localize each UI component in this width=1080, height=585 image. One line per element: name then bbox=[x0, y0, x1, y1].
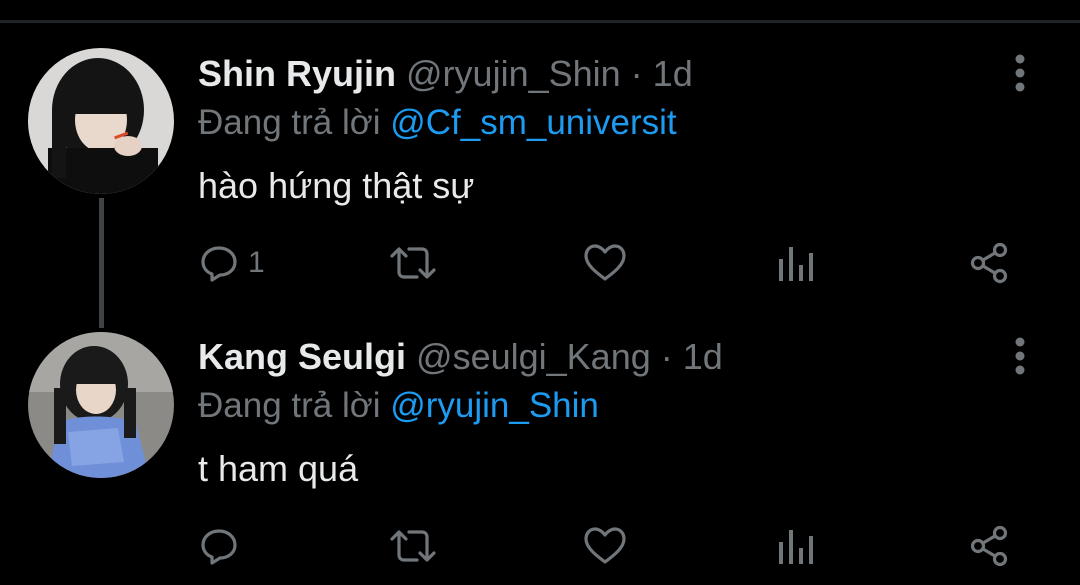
like-icon bbox=[584, 244, 626, 281]
more-options-button[interactable] bbox=[1008, 336, 1032, 376]
like-button[interactable] bbox=[583, 521, 627, 571]
user-handle[interactable]: @ryujin_Shin bbox=[406, 53, 621, 94]
replying-to: Đang trả lời @Cf_sm_universit bbox=[198, 103, 677, 143]
tweet-header: Kang Seulgi @seulgi_Kang · 1d bbox=[198, 337, 723, 377]
tweet-thread: Shin Ryujin @ryujin_Shin · 1d Đang trả l… bbox=[0, 0, 1080, 585]
display-name[interactable]: Shin Ryujin bbox=[198, 53, 396, 94]
more-options-button[interactable] bbox=[1008, 53, 1032, 93]
tweet-actions: 1 bbox=[0, 238, 1080, 288]
more-icon bbox=[1015, 54, 1025, 92]
more-icon bbox=[1015, 337, 1025, 375]
mention-link[interactable]: @Cf_sm_universit bbox=[390, 103, 676, 142]
reply-button[interactable] bbox=[200, 521, 248, 571]
tweet-text: hào hứng thật sự bbox=[198, 165, 475, 206]
display-name[interactable]: Kang Seulgi bbox=[198, 336, 406, 377]
replying-label: Đang trả lời bbox=[198, 386, 391, 425]
like-button[interactable] bbox=[583, 238, 627, 288]
reply-count: 1 bbox=[248, 246, 265, 279]
separator: · bbox=[620, 53, 653, 94]
avatar-ryujin[interactable] bbox=[28, 48, 174, 194]
retweet-button[interactable] bbox=[388, 521, 438, 571]
like-icon bbox=[584, 527, 626, 564]
retweet-button[interactable] bbox=[388, 238, 438, 288]
reply-button[interactable]: 1 bbox=[200, 238, 265, 288]
retweet-icon bbox=[390, 247, 436, 279]
share-button[interactable] bbox=[968, 238, 1010, 288]
tweet-text: t ham quá bbox=[198, 448, 359, 489]
retweet-icon bbox=[390, 530, 436, 562]
replying-to: Đang trả lời @ryujin_Shin bbox=[198, 386, 599, 426]
tweet-actions bbox=[0, 521, 1080, 571]
separator: · bbox=[650, 336, 683, 377]
top-divider bbox=[0, 20, 1080, 23]
share-button[interactable] bbox=[968, 521, 1010, 571]
analytics-icon bbox=[779, 247, 813, 281]
timestamp[interactable]: 1d bbox=[683, 336, 723, 377]
reply-icon bbox=[201, 529, 237, 565]
analytics-button[interactable] bbox=[778, 521, 814, 571]
reply-icon bbox=[201, 246, 237, 282]
analytics-icon bbox=[779, 530, 813, 564]
analytics-button[interactable] bbox=[778, 238, 814, 288]
avatar-seulgi[interactable] bbox=[28, 332, 174, 478]
replying-label: Đang trả lời bbox=[198, 103, 391, 142]
tweet-header: Shin Ryujin @ryujin_Shin · 1d bbox=[198, 54, 693, 94]
share-icon bbox=[970, 525, 1008, 567]
timestamp[interactable]: 1d bbox=[653, 53, 693, 94]
mention-link[interactable]: @ryujin_Shin bbox=[390, 386, 599, 425]
share-icon bbox=[970, 242, 1008, 284]
user-handle[interactable]: @seulgi_Kang bbox=[416, 336, 651, 377]
